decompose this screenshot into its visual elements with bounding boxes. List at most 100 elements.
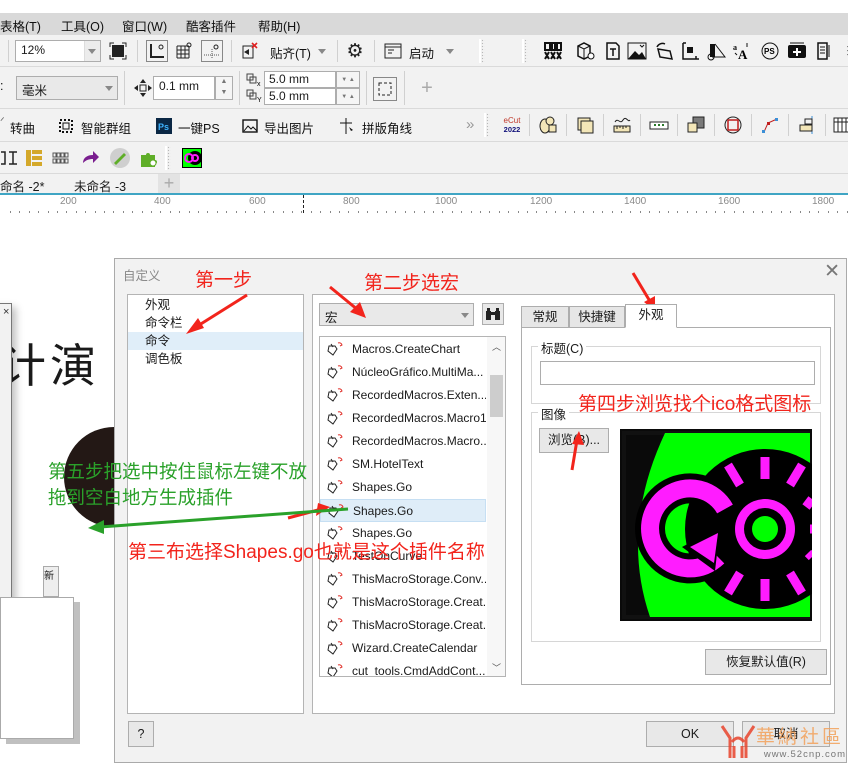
pen-tool-icon[interactable] (108, 146, 132, 170)
plugin-text-page-icon[interactable] (603, 41, 623, 61)
close-icon[interactable]: ✕ (824, 260, 840, 283)
plugin-roll-icon[interactable] (706, 41, 726, 61)
one-click-ps-button[interactable]: 一键PS (178, 118, 220, 137)
launch-dropdown[interactable]: 启动 (409, 43, 434, 62)
canvas-text-object[interactable]: 计演 (0, 330, 100, 396)
command-category-combo[interactable]: 宏 (319, 303, 474, 326)
toolbar-grip[interactable] (522, 39, 528, 63)
command-list-item[interactable]: ThisMacroStorage.Creat... (320, 614, 486, 637)
treat-as-filled-icon[interactable] (373, 77, 397, 101)
units-combo[interactable]: 毫米 (16, 76, 118, 100)
arrange-order-icon[interactable] (686, 115, 706, 135)
container-icon[interactable] (575, 115, 595, 135)
command-list-item[interactable]: Wizard.CreateCalendar (320, 637, 486, 660)
document-tab[interactable]: 未命名 -3 (74, 174, 158, 194)
plugin-ps-icon[interactable]: PS (760, 41, 780, 61)
close-icon[interactable]: × (3, 306, 9, 318)
duplicate-x-spinner[interactable]: ▼ ▲ (336, 71, 360, 88)
toolbar-overflow-button[interactable]: » (466, 116, 474, 133)
grid-toggle-icon[interactable] (174, 41, 194, 61)
measure-ruler-icon[interactable] (612, 115, 632, 135)
menu-table[interactable]: 表格(T) (0, 16, 41, 35)
background-page-tab[interactable]: 新 (43, 566, 59, 597)
shape-combine-icon[interactable] (538, 115, 558, 135)
plugin-box-icon[interactable] (575, 41, 595, 61)
full-screen-preview-icon[interactable] (108, 41, 128, 61)
command-list-item[interactable]: Shapes.Go (320, 476, 486, 499)
shapes-go-plugin-button[interactable] (182, 148, 202, 168)
command-list-item[interactable]: ThisMacroStorage.Creat... (320, 591, 486, 614)
chevron-down-icon[interactable] (318, 49, 326, 54)
nudge-distance-input[interactable]: 0.1 mm (153, 76, 215, 100)
tree-item-appearance[interactable]: 外观 (128, 296, 303, 314)
launch-window-icon[interactable] (383, 41, 403, 61)
menu-tools[interactable]: 工具(O) (61, 16, 104, 35)
table-icon[interactable] (832, 115, 848, 135)
plugin-qr-icon[interactable] (543, 41, 563, 61)
scrollbar-thumb[interactable] (490, 375, 503, 417)
tab-shortcut-keys[interactable]: 快捷键 (569, 306, 625, 328)
password-field-icon[interactable] (649, 115, 669, 135)
tab-general[interactable]: 常规 (521, 306, 569, 328)
align-right-icon[interactable] (797, 115, 817, 135)
tree-item-commands[interactable]: 命令 (128, 332, 303, 350)
command-list-item[interactable]: SM.HotelText (320, 453, 486, 476)
command-list-item[interactable]: Macros.CreateChart (320, 338, 486, 361)
chevron-down-icon[interactable]: ﹀ (492, 661, 501, 674)
toolbar-grip[interactable] (165, 146, 171, 170)
convert-to-curves-button[interactable]: 转曲 (10, 118, 35, 137)
bezier-node-icon[interactable] (760, 115, 780, 135)
snap-off-icon[interactable] (240, 41, 260, 61)
command-list-item[interactable]: NúcleoGráfico.MultiMa... (320, 361, 486, 384)
command-list-item[interactable]: RecordedMacros.Macro1 (320, 407, 486, 430)
commands-scrollbar[interactable]: ︿ ﹀ (487, 337, 505, 676)
text-frame-icon[interactable] (0, 148, 20, 168)
command-list-item[interactable]: ThisMacroStorage.Conv... (320, 568, 486, 591)
plugin-more-icon[interactable]: ⫶ (838, 41, 848, 61)
plugin-crop-icon[interactable] (681, 41, 701, 61)
tree-item-color-palette[interactable]: 调色板 (128, 350, 303, 368)
add-preset-icon[interactable]: + (417, 77, 437, 99)
menu-window[interactable]: 窗口(W) (122, 16, 167, 35)
horizontal-ruler[interactable]: 200 400 600 800 1000 1200 1400 1600 1800 (0, 193, 848, 213)
duplicate-y-input[interactable]: 5.0 mm (264, 88, 336, 105)
find-command-button[interactable] (482, 303, 504, 325)
command-list-item[interactable]: Shapes.Go (320, 499, 486, 522)
restore-defaults-button[interactable]: 恢复默认值(R) (705, 649, 827, 675)
command-list-item[interactable]: RecordedMacros.Macro... (320, 430, 486, 453)
toolbar-grip[interactable] (479, 39, 485, 63)
plugin-puzzle-icon[interactable] (139, 148, 159, 168)
ecut-2022-icon[interactable]: eCut 2022 (502, 114, 522, 136)
grid-dots-icon[interactable] (51, 148, 71, 168)
tab-appearance[interactable]: 外观 (625, 304, 677, 328)
rulers-toggle-icon[interactable] (146, 40, 168, 62)
menu-help[interactable]: 帮助(H) (258, 16, 300, 35)
snap-to-dropdown[interactable]: 贴齐(T) (270, 43, 311, 62)
command-list-item[interactable]: RecordedMacros.Exten... (320, 384, 486, 407)
caption-input[interactable] (540, 361, 815, 385)
contour-icon[interactable] (723, 115, 743, 135)
plugin-list-icon[interactable] (814, 41, 834, 61)
zoom-level-combo[interactable]: 12% (15, 40, 101, 62)
duplicate-y-spinner[interactable]: ▼ ▲ (336, 88, 360, 105)
menu-kuke-plugins[interactable]: 酷客插件 (186, 16, 236, 35)
nudge-spinner[interactable]: ▲ ▼ (215, 76, 233, 100)
chevron-up-icon[interactable]: ︿ (492, 340, 501, 353)
plugin-image-icon[interactable] (627, 41, 647, 61)
new-document-tab-button[interactable]: + (158, 174, 180, 194)
duplicate-x-input[interactable]: 5.0 mm (264, 71, 336, 88)
tree-item-command-bars[interactable]: 命令栏 (128, 314, 303, 332)
browse-button[interactable]: 浏览(B)... (539, 428, 609, 453)
command-list-item[interactable]: cut_tools.CmdAddCont... (320, 660, 486, 676)
plugin-rotate-image-icon[interactable] (654, 41, 674, 61)
guidelines-toggle-icon[interactable] (201, 40, 223, 62)
chevron-down-icon[interactable] (446, 49, 454, 54)
export-image-button[interactable]: 导出图片 (264, 118, 314, 137)
options-gear-icon[interactable]: ⚙ (345, 41, 365, 62)
help-button[interactable]: ? (128, 721, 154, 747)
document-tab[interactable]: 命名 -2* (0, 174, 62, 194)
toolbar-grip[interactable] (484, 113, 490, 137)
smart-group-button[interactable]: 智能群组 (81, 118, 131, 137)
imposition-crop-marks-button[interactable]: 拼版角线 (362, 118, 412, 137)
plugin-font-convert-icon[interactable]: aA (732, 41, 752, 61)
